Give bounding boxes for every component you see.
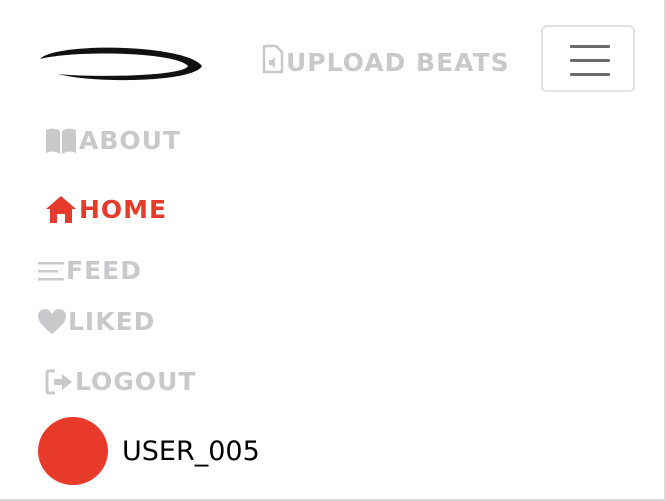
menu-toggle-button[interactable]: [541, 25, 635, 92]
home-icon: [45, 194, 77, 224]
heart-icon: [38, 308, 66, 335]
nav-item-home[interactable]: HOME: [45, 194, 167, 224]
nav-item-logout[interactable]: LOGOUT: [45, 367, 196, 396]
avatar[interactable]: [38, 417, 108, 485]
nav-item-home-label: HOME: [79, 194, 168, 224]
brand-logo[interactable]: [36, 40, 204, 86]
nav-item-liked[interactable]: LIKED: [38, 307, 155, 336]
username: USER_005: [122, 435, 260, 467]
nav-item-feed-label: FEED: [66, 256, 142, 285]
logout-icon: [45, 368, 73, 396]
nav-item-feed[interactable]: FEED: [38, 256, 142, 285]
nav-item-logout-label: LOGOUT: [75, 367, 197, 396]
upload-beats-link[interactable]: UPLOAD BEATS: [262, 44, 510, 80]
open-book-icon: [45, 127, 77, 155]
audio-file-icon: [262, 44, 284, 80]
user-profile[interactable]: USER_005: [38, 417, 260, 485]
list-lines-icon: [38, 259, 64, 283]
nav-item-about[interactable]: ABOUT: [45, 126, 181, 155]
upload-beats-label: UPLOAD BEATS: [286, 47, 510, 77]
nav-item-liked-label: LIKED: [68, 307, 156, 336]
nav-item-about-label: ABOUT: [79, 126, 182, 155]
